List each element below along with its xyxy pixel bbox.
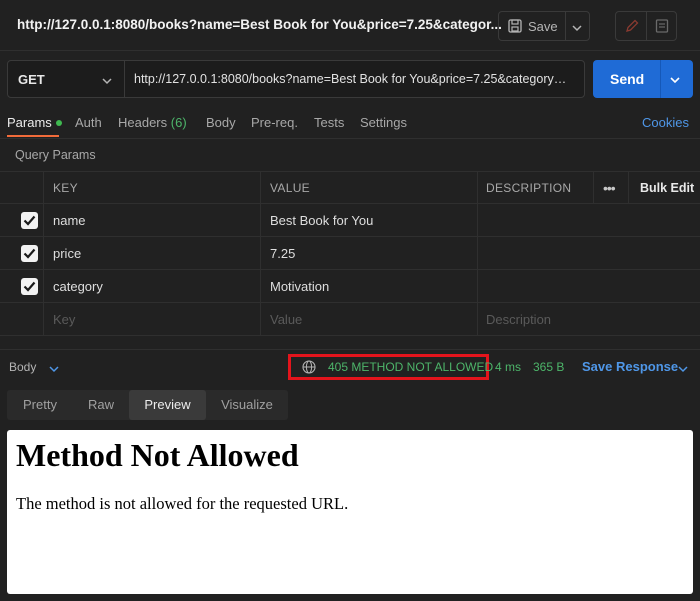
column-divider: [628, 171, 629, 204]
response-view-tabs: Pretty Raw Preview Visualize: [7, 390, 288, 420]
table-row: price 7.25: [0, 237, 700, 270]
tab-headers-label: Headers: [118, 115, 168, 130]
cookies-link[interactable]: Cookies: [642, 115, 689, 130]
chevron-down-icon[interactable]: [48, 362, 60, 377]
column-description: DESCRIPTION: [486, 181, 572, 195]
tab-params[interactable]: Params: [7, 115, 62, 130]
tab-settings[interactable]: Settings: [360, 115, 407, 130]
table-row: name Best Book for You: [0, 204, 700, 237]
column-divider: [43, 171, 44, 336]
url-bar: GET http://127.0.0.1:8080/books?name=Bes…: [7, 60, 585, 98]
tab-auth[interactable]: Auth: [75, 115, 102, 130]
chevron-down-icon[interactable]: [669, 73, 681, 88]
request-title[interactable]: http://127.0.0.1:8080/books?name=Best Bo…: [17, 17, 502, 32]
chevron-down-icon[interactable]: [571, 21, 583, 36]
tab-params-label: Params: [7, 115, 52, 130]
column-divider: [260, 171, 261, 336]
tab-prereq[interactable]: Pre-req.: [251, 115, 298, 130]
tab-headers[interactable]: Headers (6): [118, 115, 187, 130]
edit-doc-buttons: [615, 11, 677, 41]
value-input[interactable]: Value: [270, 312, 302, 327]
column-divider: [477, 171, 478, 336]
preview-text: The method is not allowed for the reques…: [16, 494, 349, 513]
tab-visualize[interactable]: Visualize: [206, 390, 288, 420]
preview-heading: Method Not Allowed: [16, 437, 299, 473]
divider: [646, 12, 647, 40]
chevron-down-icon: [101, 74, 113, 89]
param-value[interactable]: Best Book for You: [270, 213, 373, 228]
method-select[interactable]: GET: [8, 61, 125, 97]
chevron-down-icon[interactable]: [677, 362, 689, 377]
tab-raw[interactable]: Raw: [73, 390, 129, 420]
status-highlight: 405 METHOD NOT ALLOWED: [288, 354, 493, 380]
globe-icon: [302, 360, 316, 377]
pencil-icon[interactable]: [624, 18, 640, 37]
tab-body[interactable]: Body: [206, 115, 236, 130]
param-key[interactable]: name: [53, 213, 86, 228]
response-size[interactable]: 365 B: [533, 360, 564, 374]
row-checkbox[interactable]: [21, 212, 38, 229]
method-label: GET: [18, 72, 45, 87]
description-input[interactable]: Description: [486, 312, 551, 327]
send-button[interactable]: Send: [593, 60, 693, 98]
query-params-title: Query Params: [15, 148, 96, 162]
row-checkbox[interactable]: [21, 245, 38, 262]
column-key: KEY: [53, 181, 78, 195]
documentation-icon[interactable]: [654, 18, 670, 37]
tab-preview[interactable]: Preview: [129, 390, 206, 420]
response-body-label[interactable]: Body: [9, 360, 36, 374]
tab-tests[interactable]: Tests: [314, 115, 344, 130]
column-divider: [593, 171, 594, 204]
param-value[interactable]: Motivation: [270, 279, 329, 294]
tab-pretty[interactable]: Pretty: [7, 390, 73, 420]
response-time[interactable]: 4 ms: [495, 360, 521, 374]
save-icon: [508, 19, 522, 33]
table-row: category Motivation: [0, 270, 700, 303]
active-tab-underline: [7, 135, 59, 137]
row-checkbox[interactable]: [21, 278, 38, 295]
table-row-new: Key Value Description: [0, 303, 700, 336]
save-response-button[interactable]: Save Response: [582, 359, 678, 374]
more-options-icon[interactable]: •••: [603, 180, 616, 196]
request-tabs: Params Auth Headers (6) Body Pre-req. Te…: [0, 110, 700, 139]
status-code[interactable]: 405 METHOD NOT ALLOWED: [328, 360, 493, 374]
response-bar: Body 405 METHOD NOT ALLOWED 4 ms 365 B S…: [0, 349, 700, 384]
active-indicator-dot: [55, 119, 62, 126]
divider: [660, 60, 661, 98]
save-button[interactable]: Save: [498, 11, 590, 41]
request-header: http://127.0.0.1:8080/books?name=Best Bo…: [0, 0, 700, 51]
save-label: Save: [528, 19, 558, 34]
divider: [565, 12, 566, 40]
headers-count: (6): [170, 115, 187, 130]
param-key[interactable]: category: [53, 279, 103, 294]
column-value: VALUE: [270, 181, 310, 195]
bulk-edit-button[interactable]: Bulk Edit: [640, 181, 694, 195]
table-header: KEY VALUE DESCRIPTION ••• Bulk Edit: [0, 171, 700, 204]
key-input[interactable]: Key: [53, 312, 75, 327]
send-label: Send: [610, 71, 645, 87]
response-preview: Method Not Allowed The method is not all…: [7, 430, 693, 594]
url-input[interactable]: http://127.0.0.1:8080/books?name=Best Bo…: [134, 72, 570, 86]
param-value[interactable]: 7.25: [270, 246, 295, 261]
param-key[interactable]: price: [53, 246, 81, 261]
